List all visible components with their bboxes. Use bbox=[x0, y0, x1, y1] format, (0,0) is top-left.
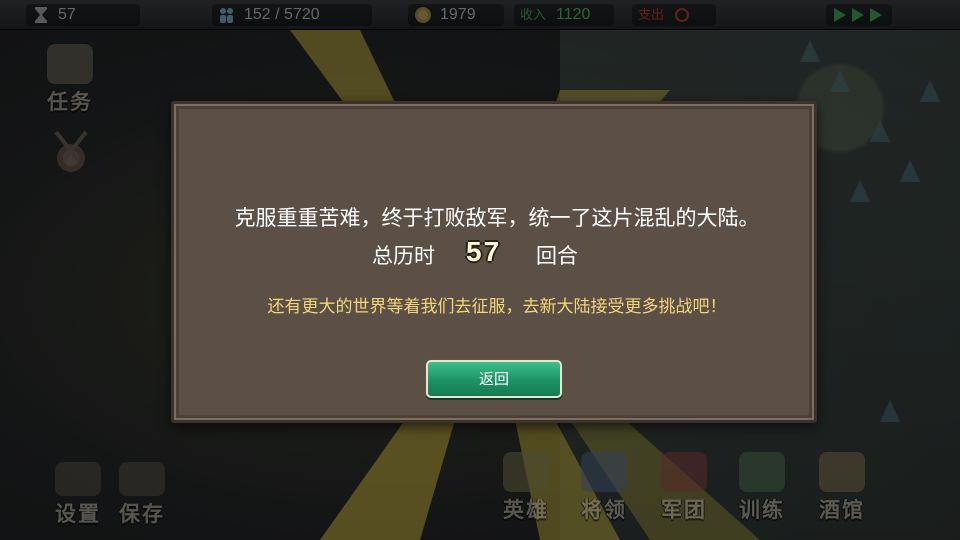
victory-dialog: 克服重重苦难，终于打败敌军，统一了这片混乱的大陆。 总历时 57 回合 还有更大… bbox=[171, 101, 817, 423]
victory-message: 克服重重苦难，终于打败敌军，统一了这片混乱的大陆。 bbox=[234, 206, 760, 230]
elapsed-turns-line: 总历时 57 回合 bbox=[174, 234, 820, 270]
challenge-hint: 还有更大的世界等着我们去征服，去新大陆接受更多挑战吧！ bbox=[267, 297, 727, 317]
elapsed-suffix: 回合 bbox=[536, 244, 578, 268]
return-button[interactable]: 返回 bbox=[426, 360, 562, 398]
turn-count: 57 bbox=[466, 236, 502, 267]
elapsed-prefix: 总历时 bbox=[372, 244, 435, 268]
